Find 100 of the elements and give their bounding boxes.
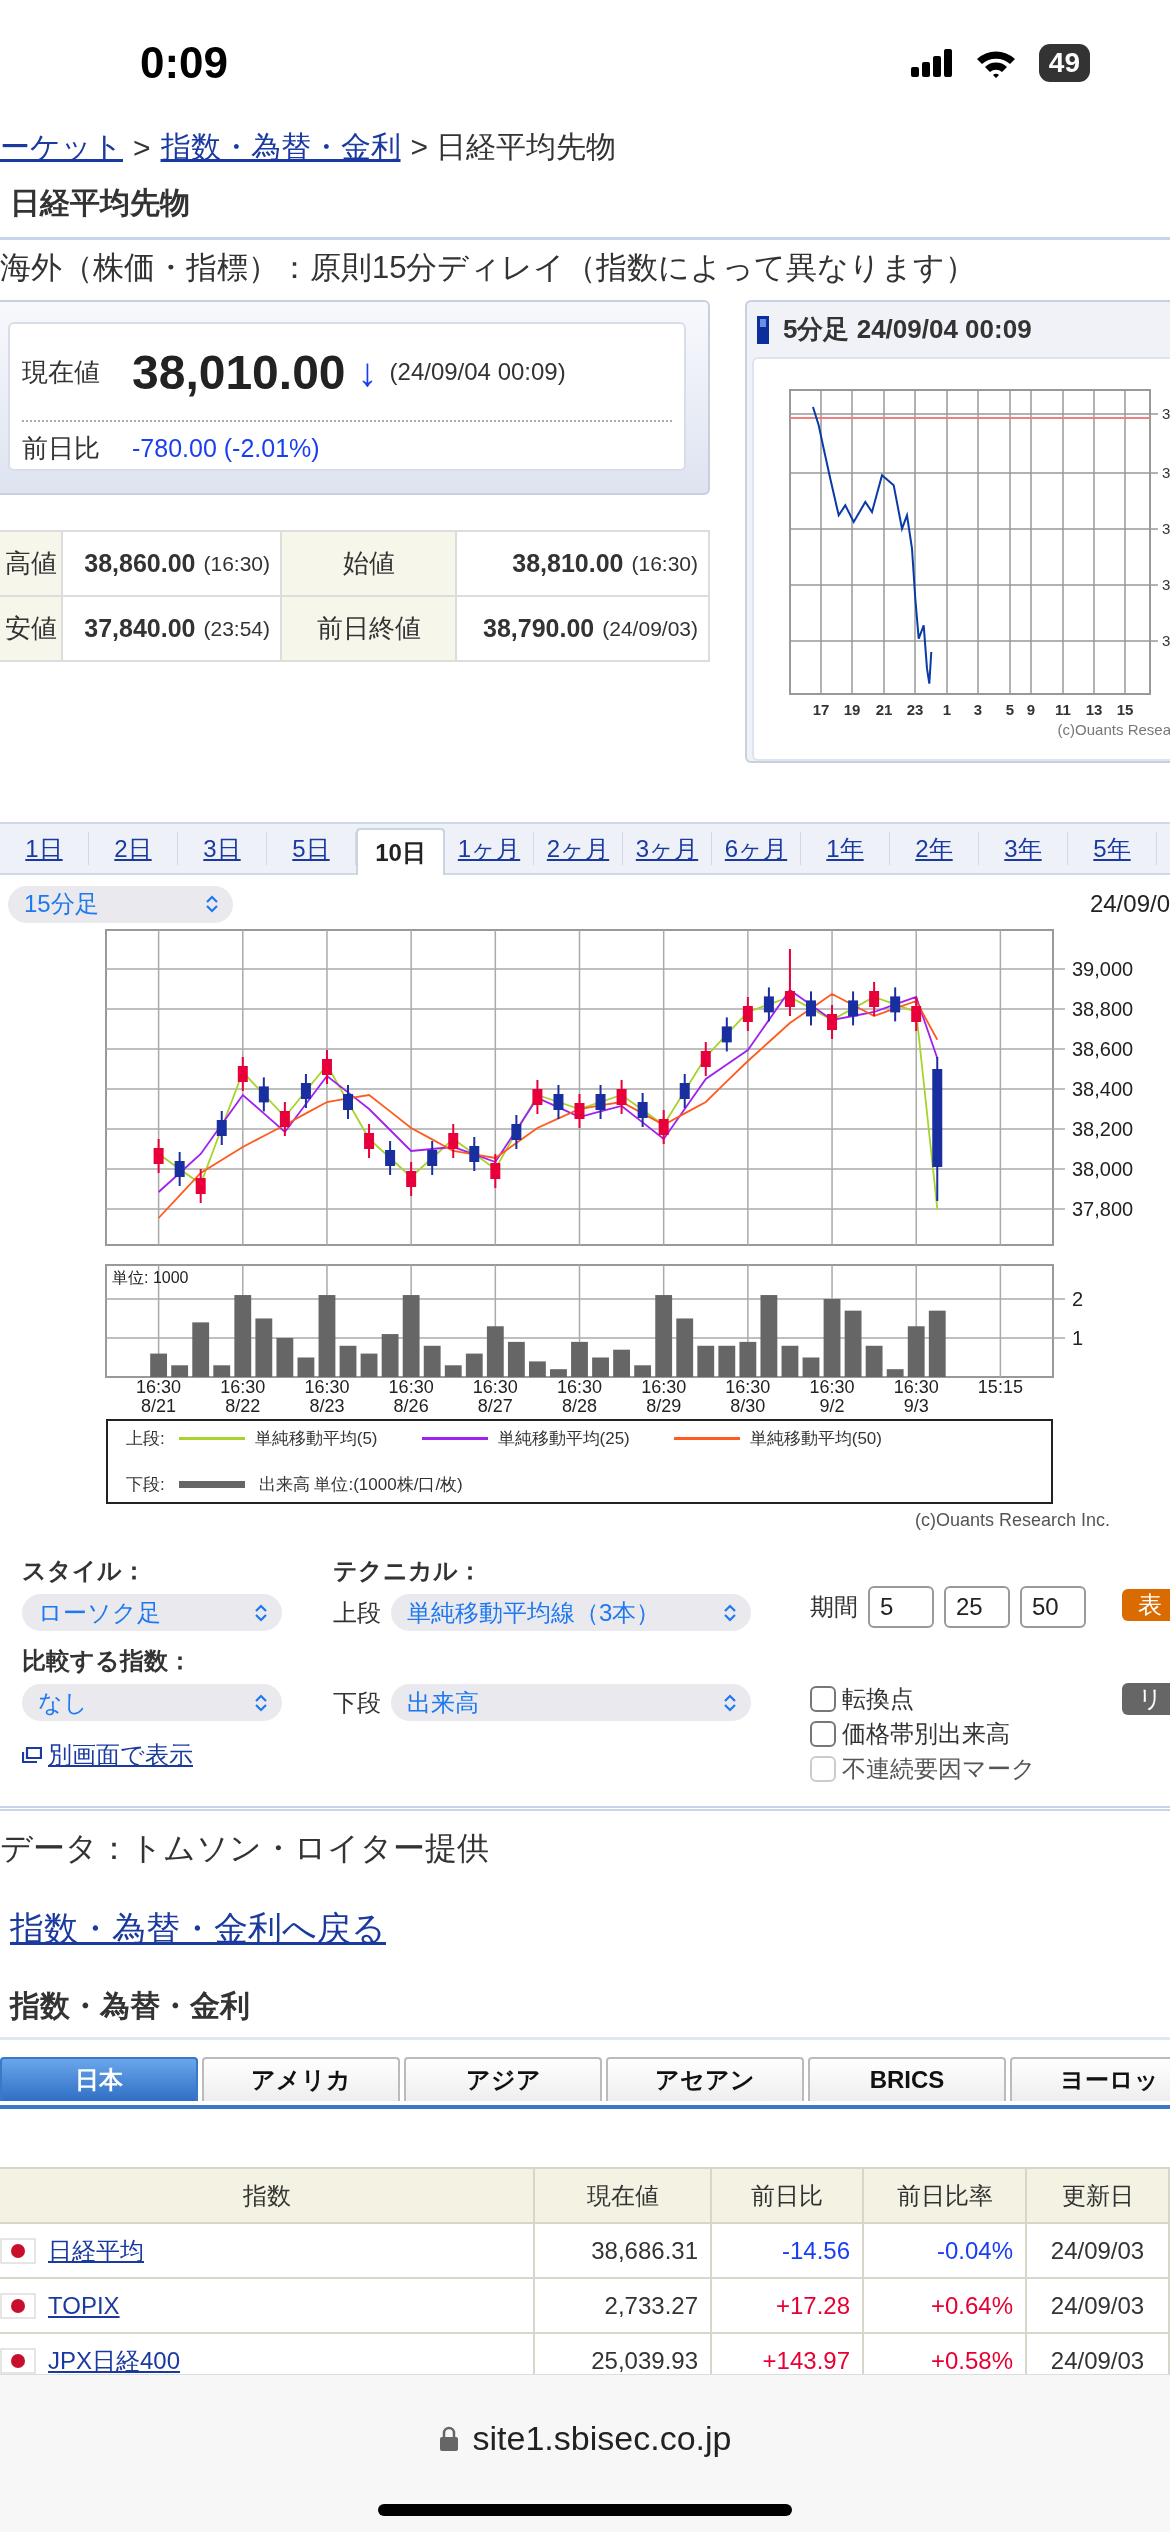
axis-label: 15 <box>1116 701 1134 718</box>
stat-value: 38,790.00 <box>483 614 595 643</box>
index-link[interactable]: JPX日経400 <box>48 2344 181 2377</box>
axis-label: 16:30 9/2 <box>809 1377 855 1416</box>
index-link[interactable]: 日経平均 <box>48 2234 144 2267</box>
chevron-icon <box>723 1602 737 1623</box>
region-tab[interactable]: アメリカ <box>202 2057 400 2101</box>
stat-label: 高値 <box>0 532 63 597</box>
period-tab[interactable]: 2年 <box>890 832 979 865</box>
candlestick <box>469 1136 480 1172</box>
axis-label: 16:30 8/21 <box>136 1377 182 1416</box>
volume-bar <box>276 1338 294 1377</box>
table-cell: -14.56 <box>712 2224 864 2279</box>
axis-label: 3 <box>1162 405 1170 422</box>
period-input[interactable]: 50 <box>1020 1586 1086 1628</box>
price-label: 現在値 <box>22 355 101 389</box>
period-input[interactable]: 25 <box>944 1586 1010 1628</box>
mini-chart-title: 5分足 24/09/04 00:09 <box>783 313 1032 346</box>
column-header: 現在値 <box>535 2169 712 2224</box>
axis-label: 39,000 <box>1072 958 1134 980</box>
chart-date: 24/09/0 <box>1089 890 1170 918</box>
candlestick <box>448 1123 459 1159</box>
chart-credit: (c)Ouants Research Inc. <box>913 1510 1111 1531</box>
axis-label: 2 <box>1072 1287 1084 1310</box>
candlestick <box>553 1084 564 1120</box>
period-tab[interactable]: 1年 <box>801 832 890 865</box>
axis-label: 16:30 8/23 <box>304 1377 350 1416</box>
volume-bar <box>571 1341 588 1377</box>
candlestick <box>827 1004 838 1040</box>
index-link[interactable]: TOPIX <box>48 2291 120 2320</box>
breadcrumb-text: > 日経平均先物 <box>410 129 617 165</box>
back-link[interactable]: 指数・為替・金利へ戻る <box>10 1903 386 1953</box>
stat-time: (24/09/03) <box>602 616 698 641</box>
candlestick <box>427 1140 438 1176</box>
region-tab[interactable]: アセアン <box>606 2057 804 2101</box>
region-tab[interactable]: ヨーロッ <box>1010 2057 1170 2101</box>
axis-label: 38,800 <box>1072 998 1134 1020</box>
candlestick <box>911 996 922 1032</box>
compare-select[interactable]: なし <box>22 1684 282 1721</box>
field-label: 期間 <box>810 1592 858 1622</box>
popup-link[interactable]: 別画面で表示 <box>22 1739 333 1771</box>
period-tab[interactable]: 3ヶ月 <box>623 832 712 865</box>
battery-level: 49 <box>1038 43 1090 82</box>
candlestick <box>153 1138 164 1174</box>
candlestick <box>658 1109 669 1145</box>
price-timestamp: (24/09/04 00:09) <box>389 358 566 386</box>
period-tab[interactable]: 3年 <box>979 832 1068 865</box>
chevron-icon <box>254 1692 268 1713</box>
action-button[interactable]: リ <box>1122 1683 1170 1715</box>
chevron-icon <box>723 1692 737 1713</box>
region-tab[interactable]: BRICS <box>808 2057 1006 2101</box>
breadcrumb-link[interactable]: ーケット <box>0 127 123 168</box>
volume-bar <box>550 1369 567 1377</box>
period-tab[interactable]: 2日 <box>89 832 178 865</box>
candlestick <box>195 1168 206 1204</box>
candlestick <box>784 948 795 1017</box>
candlestick <box>511 1114 522 1150</box>
axis-label: 3 <box>1162 576 1170 593</box>
candlestick <box>637 1092 648 1128</box>
period-tab[interactable]: 2ヶ月 <box>534 832 623 865</box>
field-label: 上段 <box>333 1597 381 1628</box>
window-icon <box>22 1747 42 1763</box>
axis-label: 38,600 <box>1072 1038 1134 1060</box>
period-tab[interactable]: 1日 <box>0 832 89 865</box>
legend-label: 下段: <box>126 1474 165 1496</box>
volume-bar <box>592 1357 609 1377</box>
legend-label: 上段: <box>126 1428 165 1450</box>
region-tab[interactable]: アジア <box>404 2057 602 2101</box>
volume-bar <box>213 1365 231 1377</box>
period-tab[interactable]: 6ヶ月 <box>712 832 801 865</box>
stat-value: 38,810.00 <box>512 549 624 578</box>
checkbox[interactable] <box>810 1720 836 1747</box>
stat-time: (23:54) <box>203 616 270 641</box>
period-tab[interactable]: 5年 <box>1068 832 1157 865</box>
table-cell: -0.04% <box>864 2224 1027 2279</box>
volume-bar <box>886 1369 904 1377</box>
period-tab[interactable]: 3日 <box>178 832 267 865</box>
period-tab[interactable]: 10日 <box>356 828 445 875</box>
candlestick <box>364 1123 375 1159</box>
period-input[interactable]: 5 <box>868 1586 934 1628</box>
column-header: 前日比率 <box>864 2169 1027 2224</box>
stat-time: (16:30) <box>631 551 698 576</box>
axis-label: 16:30 9/3 <box>893 1377 939 1416</box>
chevron-icon <box>254 1602 268 1623</box>
axis-label: 16:30 8/30 <box>725 1377 771 1416</box>
lock-icon <box>438 2425 459 2452</box>
checkbox-label: 不連続要因マーク <box>842 1753 1036 1784</box>
legend-swatch <box>178 1481 245 1488</box>
volume-bar <box>171 1365 189 1377</box>
axis-label: 5 <box>1005 701 1015 718</box>
candlestick <box>300 1073 311 1109</box>
axis-label: 16:30 8/29 <box>641 1377 687 1416</box>
candlestick <box>721 1016 732 1053</box>
candlestick <box>763 986 774 1023</box>
axis-label: 11 <box>1055 701 1071 718</box>
breadcrumb-link[interactable]: 指数・為替・金利 <box>160 127 401 168</box>
checkbox[interactable] <box>810 1685 836 1712</box>
period-tab[interactable]: 1ヶ月 <box>445 832 534 865</box>
legend-text: 単純移動平均(25) <box>497 1428 630 1450</box>
volume-bar <box>613 1349 630 1377</box>
